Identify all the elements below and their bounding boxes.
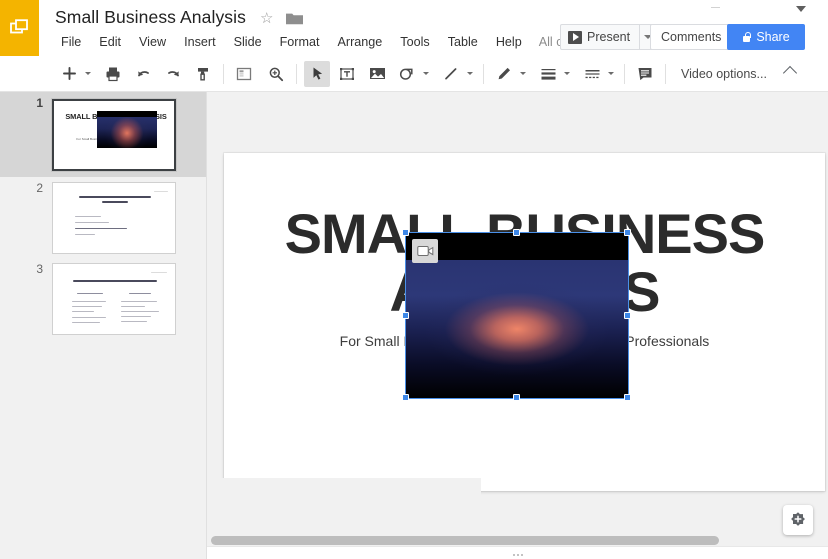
resize-handle-n[interactable] [513,229,520,236]
line-dash-button[interactable] [579,61,605,87]
folder-icon[interactable] [286,12,303,25]
slide-canvas[interactable]: SMALL BUSINESS ANALYSIS For Small Busine… [224,153,825,491]
layout-button[interactable] [231,61,257,87]
slide-thumbnail-1[interactable]: SMALL BUSINESS ANALYSIS For Small Busine… [52,98,176,171]
shape-dropdown[interactable] [420,61,432,87]
insert-image-button[interactable] [364,61,390,87]
play-icon [568,30,582,44]
undo-button[interactable] [130,61,156,87]
present-button-label: Present [587,30,631,44]
toolbar-divider [223,63,224,84]
slide-thumbnail-2[interactable] [52,181,176,254]
zoom-button[interactable] [263,61,289,87]
resize-handle-s[interactable] [513,394,520,401]
chevron-up-icon[interactable] [784,63,798,77]
line-dropdown[interactable] [464,61,476,87]
toolbar: Video options... [0,56,828,92]
select-tool-button[interactable] [304,60,330,87]
slide-number-2: 2 [36,181,43,195]
thumbnail-video-1 [97,110,157,148]
line-button[interactable] [438,61,464,87]
resize-handle-se[interactable] [624,394,631,401]
slide-number-1: 1 [36,96,43,110]
new-slide-button[interactable] [56,61,82,87]
menu-view[interactable]: View [130,33,175,51]
menu-file[interactable]: File [52,33,90,51]
star-icon[interactable]: ☆ [260,11,276,27]
menu-format[interactable]: Format [271,33,329,51]
share-button[interactable]: Share [727,24,805,50]
menu-bar: File Edit View Insert Slide Format Arran… [52,33,581,51]
present-button[interactable]: Present [561,25,639,49]
resize-handle-e[interactable] [624,312,631,319]
resize-handle-w[interactable] [402,312,409,319]
toolbar-divider [624,63,625,84]
menu-insert[interactable]: Insert [175,33,225,51]
paint-format-button[interactable] [190,61,216,87]
menu-tools[interactable]: Tools [391,33,438,51]
resize-handle-ne[interactable] [624,229,631,236]
redo-button[interactable] [160,61,186,87]
pen-color-dropdown[interactable] [517,61,529,87]
window-minimize-mark [711,7,720,8]
line-weight-dropdown[interactable] [561,61,573,87]
resize-handle-nw[interactable] [402,229,409,236]
google-slides-window: Small Business Analysis ☆ File Edit View… [0,0,828,559]
toolbar-divider [665,63,666,84]
comments-button-label: Comments [661,30,722,44]
slide-filmstrip[interactable]: 1 SMALL BUSINESS ANALYSIS For Small Busi… [0,92,207,559]
filmstrip-slide-3[interactable]: 3 [0,258,206,339]
line-weight-button[interactable] [535,61,561,87]
horizontal-scrollbar-thumb[interactable] [211,536,719,545]
menu-table[interactable]: Table [439,33,487,51]
grip-dots-icon[interactable] [512,554,523,556]
video-camera-icon [412,239,438,263]
bottom-bar [207,546,828,559]
share-button-label: Share [756,30,790,44]
print-button[interactable] [100,61,126,87]
slides-logo-icon[interactable] [0,0,39,56]
video-placeholder[interactable] [402,229,631,401]
top-bar: Small Business Analysis ☆ File Edit View… [0,0,828,56]
resize-handle-sw[interactable] [402,394,409,401]
slide-thumbnail-3[interactable] [52,262,176,335]
filmstrip-slide-1[interactable]: 1 SMALL BUSINESS ANALYSIS For Small Busi… [0,92,206,177]
video-thumbnail-image [406,260,628,398]
line-dash-dropdown[interactable] [605,61,617,87]
pen-color-button[interactable] [491,61,517,87]
canvas-edge-shadow [207,478,481,500]
lock-icon [742,31,752,43]
page-title[interactable]: Small Business Analysis [55,7,246,28]
menu-edit[interactable]: Edit [90,33,130,51]
text-box-button[interactable] [334,61,360,87]
comments-button[interactable]: Comments [650,24,733,50]
chevron-down-icon[interactable] [796,6,806,12]
menu-arrange[interactable]: Arrange [328,33,391,51]
shape-button[interactable] [394,61,420,87]
explore-button[interactable] [783,505,813,535]
video-options-button[interactable]: Video options... [673,67,775,81]
filmstrip-slide-2[interactable]: 2 [0,177,206,258]
speaker-notes-button[interactable] [632,61,658,87]
present-group: Present [560,24,657,50]
slide-number-3: 3 [36,262,43,276]
toolbar-divider [483,63,484,84]
new-slide-dropdown[interactable] [82,61,94,87]
toolbar-divider [296,63,297,84]
menu-help[interactable]: Help [487,33,531,51]
menu-slide[interactable]: Slide [225,33,271,51]
